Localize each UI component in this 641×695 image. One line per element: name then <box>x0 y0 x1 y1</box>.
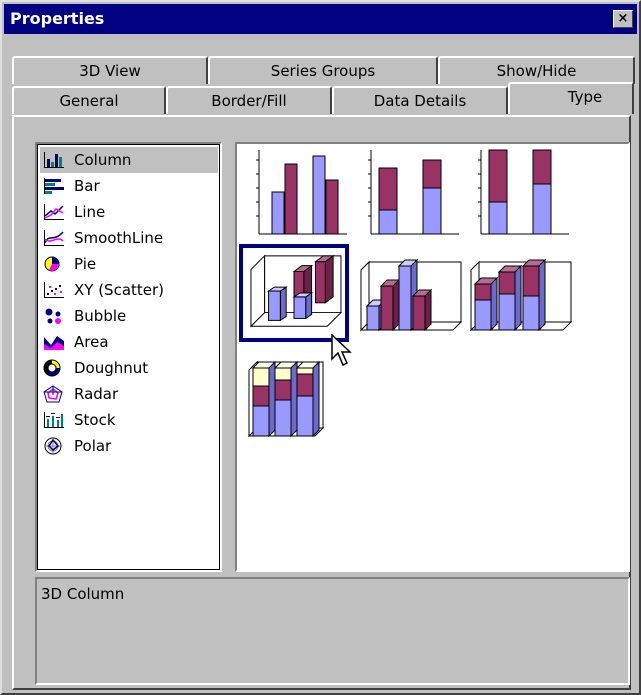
title-bar[interactable]: Properties × <box>4 4 637 34</box>
list-item-label: Bar <box>74 177 100 195</box>
clustered-column-icon <box>256 150 347 235</box>
description-box: 3D Column <box>35 577 630 685</box>
close-icon: × <box>617 11 629 26</box>
list-item-label: XY (Scatter) <box>74 281 165 299</box>
list-item-bubble[interactable]: Bubble <box>40 303 218 329</box>
tab-label: General <box>59 92 119 110</box>
list-item-label: Stock <box>74 411 116 429</box>
list-item-bar[interactable]: Bar <box>40 173 218 199</box>
list-item-label: Column <box>74 151 132 169</box>
tab-label: Show/Hide <box>496 62 577 80</box>
tab-general[interactable]: General <box>12 86 166 114</box>
subtype-3d-column[interactable] <box>239 244 349 342</box>
list-item-line[interactable]: Line <box>40 199 218 225</box>
tab-3d-view[interactable]: 3D View <box>12 56 208 84</box>
close-button[interactable]: × <box>613 10 633 28</box>
3d-100-stacked-column-icon <box>247 360 325 438</box>
list-item-pie[interactable]: Pie <box>40 251 218 277</box>
description-text: 3D Column <box>41 585 125 603</box>
list-item-xy-scatter[interactable]: XY (Scatter) <box>40 277 218 303</box>
tab-type[interactable]: Type <box>508 82 634 114</box>
subtype-clustered-column[interactable] <box>247 146 351 238</box>
smoothline-chart-icon <box>44 230 64 246</box>
3d-clustered-column-icon <box>359 258 463 332</box>
bar-chart-icon <box>44 178 64 194</box>
list-item-column[interactable]: Column <box>40 147 218 173</box>
list-item-area[interactable]: Area <box>40 329 218 355</box>
properties-dialog: Properties × 3D View Series Groups Show/… <box>0 0 641 695</box>
3d-column-icon <box>249 254 343 328</box>
tab-data-details[interactable]: Data Details <box>332 86 508 114</box>
subtype-3d-stacked-column[interactable] <box>469 256 573 348</box>
list-item-polar[interactable]: Polar <box>40 433 218 459</box>
stacked-column-icon <box>368 150 459 235</box>
list-item-label: Area <box>74 333 109 351</box>
list-item-smoothline[interactable]: SmoothLine <box>40 225 218 251</box>
100-stacked-column-icon <box>478 149 569 235</box>
subtype-3d-clustered-column[interactable] <box>359 256 463 348</box>
window-title: Properties <box>10 9 105 28</box>
pie-chart-icon <box>44 256 60 272</box>
stock-chart-icon <box>44 412 64 428</box>
list-item-radar[interactable]: Radar <box>40 381 218 407</box>
3d-stacked-column-icon <box>469 258 573 332</box>
subtype-stacked-column[interactable] <box>359 146 463 238</box>
doughnut-chart-icon <box>43 359 61 377</box>
mouse-cursor-icon <box>331 334 352 367</box>
chart-type-list[interactable]: Column Bar Line SmoothLine Pie XY (Scatt… <box>35 142 222 572</box>
radar-chart-icon <box>43 385 63 403</box>
list-item-label: Line <box>74 203 106 221</box>
tab-label: Data Details <box>373 92 467 110</box>
column-chart-icon <box>44 152 64 168</box>
list-item-label: Doughnut <box>74 359 149 377</box>
tab-label: 3D View <box>79 62 141 80</box>
list-item-doughnut[interactable]: Doughnut <box>40 355 218 381</box>
list-item-label: SmoothLine <box>74 229 164 247</box>
tab-border-fill[interactable]: Border/Fill <box>166 86 332 114</box>
subtype-100-stacked-column[interactable] <box>469 146 573 238</box>
tab-label: Border/Fill <box>211 92 287 110</box>
list-item-label: Polar <box>74 437 112 455</box>
list-item-label: Bubble <box>74 307 127 325</box>
scatter-chart-icon <box>44 282 64 298</box>
subtype-3d-100-stacked-column[interactable] <box>247 356 351 448</box>
list-item-label: Radar <box>74 385 119 403</box>
chart-subtype-gallery[interactable] <box>235 142 630 572</box>
area-chart-icon <box>44 336 64 350</box>
line-chart-icon <box>44 204 64 220</box>
tab-series-groups[interactable]: Series Groups <box>208 56 438 84</box>
polar-chart-icon <box>44 437 62 455</box>
tab-show-hide[interactable]: Show/Hide <box>438 56 635 84</box>
tab-label: Series Groups <box>270 62 376 80</box>
list-item-label: Pie <box>74 255 97 273</box>
tab-label: Type <box>567 88 603 106</box>
bubble-chart-icon <box>45 308 61 324</box>
list-item-stock[interactable]: Stock <box>40 407 218 433</box>
